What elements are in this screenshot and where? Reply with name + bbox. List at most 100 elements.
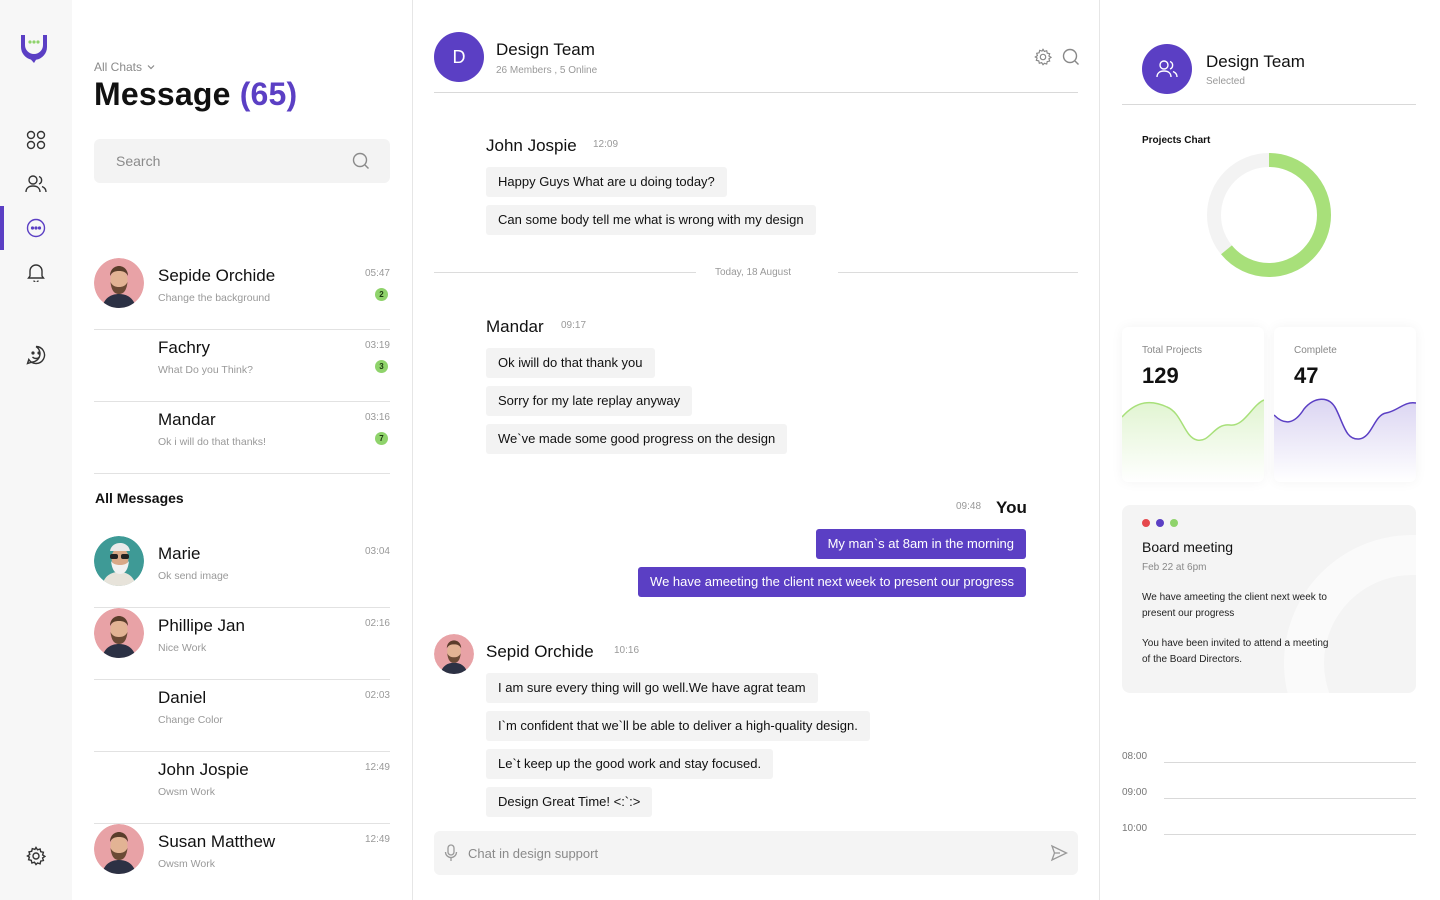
grid-icon bbox=[26, 130, 46, 150]
chat-list-item[interactable]: Phillipe Jan Nice Work 02:16 bbox=[94, 608, 390, 680]
contact-name: Susan Matthew bbox=[158, 832, 276, 851]
contact-name: Marie bbox=[158, 544, 201, 563]
message-bubble: Happy Guys What are u doing today? bbox=[486, 167, 727, 197]
sender-name: Sepid Orchide bbox=[486, 642, 594, 661]
date-divider: Today, 18 August bbox=[715, 267, 791, 278]
message-time: 09:17 bbox=[561, 320, 587, 331]
messages-nav-button[interactable] bbox=[24, 216, 48, 240]
message-preview: Owsm Work bbox=[158, 786, 215, 798]
chat-list-item[interactable]: Susan Matthew Owsm Work 12:49 bbox=[94, 824, 390, 896]
avatar bbox=[94, 536, 144, 586]
schedule-line bbox=[1164, 762, 1416, 763]
conversation-members: 26 Members , 5 Online bbox=[496, 65, 598, 76]
send-icon[interactable] bbox=[1050, 844, 1068, 862]
message-time: 12:49 bbox=[364, 834, 390, 845]
meeting-title: Board meeting bbox=[1142, 539, 1234, 555]
unread-badge: 2 bbox=[375, 288, 388, 301]
message-time: 12:49 bbox=[364, 762, 390, 773]
sparkline bbox=[1274, 398, 1416, 482]
message-time: 02:03 bbox=[364, 690, 390, 701]
contact-name: Mandar bbox=[158, 410, 216, 429]
stat-label: Total Projects bbox=[1142, 345, 1203, 356]
chat-filter-dropdown[interactable]: All Chats bbox=[94, 60, 156, 74]
chat-list-item[interactable]: Sepide Orchide Change the background 05:… bbox=[94, 258, 390, 330]
message-time: 03:19 bbox=[364, 340, 390, 351]
message-preview: Change Color bbox=[158, 714, 223, 726]
details-title: Design Team bbox=[1206, 52, 1305, 71]
chat-list-item[interactable]: Daniel Change Color 02:03 bbox=[94, 680, 390, 752]
meeting-invite-text: You have been invited to attend a meetin… bbox=[1142, 638, 1329, 665]
message-composer bbox=[434, 831, 1078, 875]
emoji-chat-icon bbox=[26, 345, 46, 365]
schedule-line bbox=[1164, 798, 1416, 799]
message-bubble: Can some body tell me what is wrong with… bbox=[486, 205, 816, 235]
meeting-card[interactable]: Board meeting Feb 22 at 6pm We have amee… bbox=[1122, 505, 1416, 693]
schedule-line bbox=[1164, 834, 1416, 835]
contact-name: Fachry bbox=[158, 338, 210, 357]
page-title: Message (65) bbox=[94, 76, 297, 113]
sparkline bbox=[1122, 399, 1264, 482]
my-message-bubble: My man`s at 8am in the morning bbox=[815, 529, 1026, 559]
message-bubble: Design Great Time! <:`:> bbox=[486, 787, 653, 817]
users-icon bbox=[1156, 60, 1178, 78]
projects-donut-chart bbox=[1207, 153, 1331, 277]
contacts-nav-button[interactable] bbox=[24, 172, 48, 196]
search-icon[interactable] bbox=[1062, 48, 1080, 66]
sender-name: Mandar bbox=[486, 317, 544, 336]
notifications-nav-button[interactable] bbox=[24, 260, 48, 284]
message-preview: Owsm Work bbox=[158, 858, 215, 870]
conversation-panel: D Design Team 26 Members , 5 Online John… bbox=[413, 0, 1100, 900]
unread-badge: 7 bbox=[375, 432, 388, 445]
gear-icon bbox=[26, 846, 46, 866]
message-bubble: Le`t keep up the good work and stay focu… bbox=[486, 749, 774, 779]
gear-icon[interactable] bbox=[1034, 48, 1052, 66]
dashboard-nav-button[interactable] bbox=[24, 128, 48, 152]
microphone-icon[interactable] bbox=[444, 844, 458, 862]
date-divider-line bbox=[434, 272, 696, 273]
message-preview: What Do you Think? bbox=[158, 364, 253, 376]
users-icon bbox=[25, 175, 47, 193]
details-panel: Design Team Selected Projects Chart Tota… bbox=[1101, 0, 1440, 900]
contact-name: Phillipe Jan bbox=[158, 616, 245, 635]
page-title-text: Message bbox=[94, 76, 231, 112]
chevron-down-icon bbox=[147, 65, 155, 70]
projects-chart-label: Projects Chart bbox=[1142, 135, 1211, 146]
message-bubble: We`ve made some good progress on the des… bbox=[486, 424, 788, 454]
group-avatar[interactable] bbox=[1142, 44, 1192, 94]
contact-name: Sepide Orchide bbox=[158, 266, 276, 285]
message-time: 02:16 bbox=[364, 618, 390, 629]
chat-filter-label: All Chats bbox=[94, 60, 143, 74]
details-header: Design Team Selected bbox=[1122, 44, 1416, 105]
message-count: (65) bbox=[239, 76, 298, 112]
message-time: 03:04 bbox=[364, 546, 390, 557]
message-time: 03:16 bbox=[364, 412, 390, 423]
feedback-nav-button[interactable] bbox=[24, 343, 48, 367]
sender-name: John Jospie bbox=[486, 136, 577, 155]
group-avatar[interactable]: D bbox=[434, 32, 484, 82]
contact-name: Daniel bbox=[158, 688, 207, 707]
settings-nav-button[interactable] bbox=[24, 844, 48, 868]
chat-list-item[interactable]: Marie Ok send image 03:04 bbox=[94, 536, 390, 608]
message-time: 12:09 bbox=[593, 139, 619, 150]
message-input[interactable] bbox=[468, 831, 1028, 875]
search-icon[interactable] bbox=[352, 152, 370, 170]
stat-card: Complete 47 bbox=[1274, 327, 1416, 482]
chat-list-panel: All Chats Message (65) Sepide Orchide Ch… bbox=[72, 0, 413, 900]
avatar bbox=[94, 608, 144, 658]
message-bubble: I am sure every thing will go well.We ha… bbox=[486, 673, 818, 703]
schedule-time: 09:00 bbox=[1122, 787, 1148, 798]
chat-list-item[interactable]: Fachry What Do you Think? 03:19 3 bbox=[94, 330, 390, 402]
stat-value: 129 bbox=[1142, 363, 1179, 388]
bell-icon bbox=[27, 264, 45, 282]
stat-value: 47 bbox=[1294, 363, 1319, 388]
message-time: 10:16 bbox=[614, 645, 640, 656]
avatar bbox=[94, 258, 144, 308]
search-input[interactable] bbox=[94, 139, 344, 183]
conversation-header: D Design Team 26 Members , 5 Online bbox=[434, 32, 1080, 93]
app-logo bbox=[18, 31, 50, 63]
unread-badge: 3 bbox=[375, 360, 388, 373]
green-dot bbox=[1170, 519, 1178, 527]
stat-card: Total Projects 129 bbox=[1122, 327, 1264, 482]
chat-list-item[interactable]: John Jospie Owsm Work 12:49 bbox=[94, 752, 390, 824]
chat-list-item[interactable]: Mandar Ok i will do that thanks! 03:16 7 bbox=[94, 402, 390, 474]
